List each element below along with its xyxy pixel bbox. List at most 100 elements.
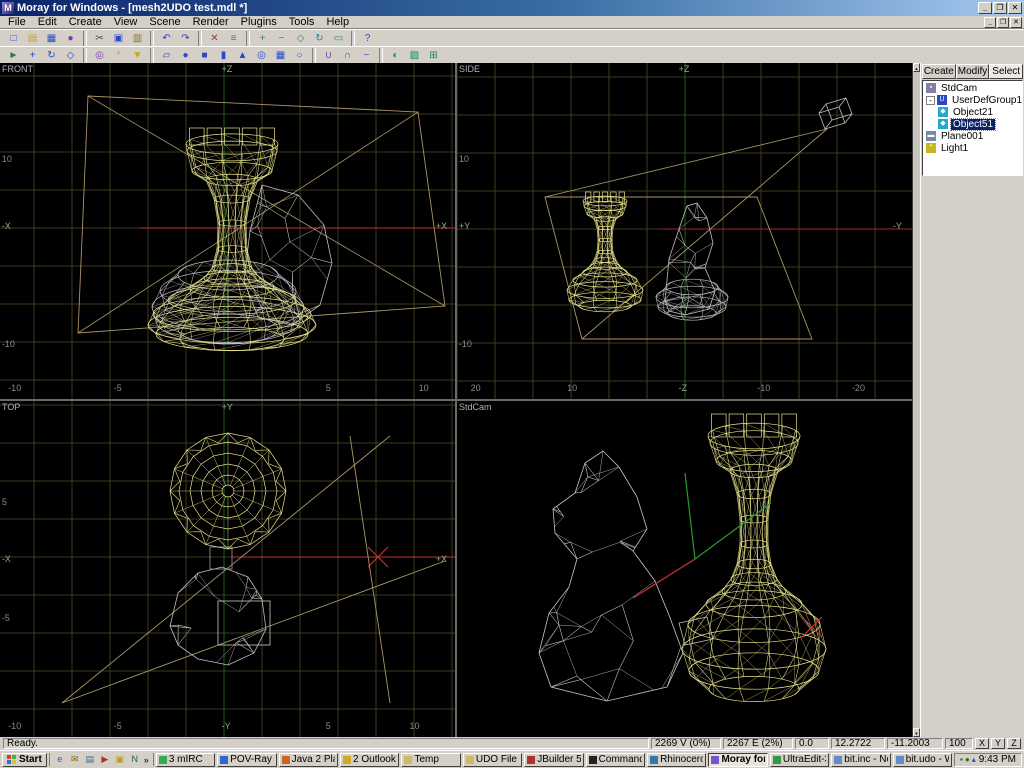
blob-button[interactable]: ○ <box>290 48 309 63</box>
ql-internet-explorer-icon[interactable]: e <box>53 753 67 766</box>
axis-y-button[interactable]: Y <box>991 738 1005 749</box>
torus-button[interactable]: ◎ <box>252 48 271 63</box>
menu-scene[interactable]: Scene <box>143 16 186 29</box>
axis-z-button[interactable]: Z <box>1007 738 1021 749</box>
taskbar-button-5[interactable]: UDO File Fo... <box>463 753 522 767</box>
tab-select[interactable]: Select <box>989 64 1023 79</box>
group-button[interactable]: ⊞ <box>424 48 443 63</box>
menu-edit[interactable]: Edit <box>32 16 63 29</box>
tree-item-plane001[interactable]: Plane001 <box>939 131 985 142</box>
panel-scrollbar[interactable]: ▲ ▼ <box>912 63 920 737</box>
close-button[interactable]: ✕ <box>1008 2 1022 14</box>
tree-item-object21[interactable]: Object21 <box>951 107 995 118</box>
cone-button[interactable]: ▲ <box>233 48 252 63</box>
tab-modify[interactable]: Modify <box>956 64 990 79</box>
tray-app1-icon[interactable]: ▪ <box>960 755 963 764</box>
plane-button[interactable]: ▱ <box>157 48 176 63</box>
taskbar-button-10[interactable]: UltraEdit-32 <box>770 753 829 767</box>
csg-union-button[interactable]: ∪ <box>319 48 338 63</box>
csg-intersection-button[interactable]: ∩ <box>338 48 357 63</box>
axis-x-button[interactable]: X <box>975 738 989 749</box>
tray-clock[interactable]: 9:43 PM <box>979 754 1016 765</box>
tree-item-stdcam[interactable]: StdCam <box>939 83 979 94</box>
tree-expander[interactable]: - <box>926 96 935 105</box>
menu-help[interactable]: Help <box>320 16 355 29</box>
material-button[interactable]: ◐ <box>386 48 405 63</box>
mdi-close-button[interactable]: ✕ <box>1010 17 1022 28</box>
minimize-button[interactable]: _ <box>978 2 992 14</box>
csg-difference-button[interactable]: − <box>357 48 376 63</box>
ql-netscape-icon[interactable]: N <box>128 753 142 766</box>
fit-view-button[interactable]: ▭ <box>329 31 348 46</box>
taskbar-button-7[interactable]: Command P... <box>586 753 645 767</box>
redo-button[interactable]: ↷ <box>176 31 195 46</box>
paste-button[interactable]: ▥ <box>128 31 147 46</box>
undo-button[interactable]: ↶ <box>157 31 176 46</box>
ql-media-player-icon[interactable]: ▶ <box>98 753 112 766</box>
restore-button[interactable]: ❐ <box>993 2 1007 14</box>
quick-launch-chevron[interactable]: » <box>143 755 150 765</box>
point-light-button[interactable]: * <box>109 48 128 63</box>
spot-light-button[interactable]: ▼ <box>128 48 147 63</box>
mdi-minimize-button[interactable]: _ <box>984 17 996 28</box>
mdi-restore-button[interactable]: ❐ <box>997 17 1009 28</box>
tree-item-object51[interactable]: Object51 <box>951 119 995 130</box>
mesh-button[interactable]: ▦ <box>271 48 290 63</box>
viewport-stdcam[interactable]: StdCam <box>457 401 912 737</box>
delete-button[interactable]: ✕ <box>205 31 224 46</box>
taskbar-button-1[interactable]: POV-Ray fo... <box>217 753 276 767</box>
open-file-button[interactable]: ▤ <box>23 31 42 46</box>
sphere-button[interactable]: ● <box>176 48 195 63</box>
rotate-view-button[interactable]: ↻ <box>310 31 329 46</box>
viewport-front[interactable]: FRONT+Z-X+X10-10-10-5510 <box>0 63 455 399</box>
menu-view[interactable]: View <box>108 16 144 29</box>
new-file-button[interactable]: □ <box>4 31 23 46</box>
taskbar-button-8[interactable]: Rhinoceros ... <box>647 753 706 767</box>
rotate-tool-button[interactable]: ↻ <box>42 48 61 63</box>
texture-button[interactable]: ▨ <box>405 48 424 63</box>
start-button[interactable]: Start <box>2 753 47 767</box>
cylinder-button[interactable]: ▮ <box>214 48 233 63</box>
ql-outlook-icon[interactable]: ✉ <box>68 753 82 766</box>
scroll-up-icon[interactable]: ▲ <box>913 63 920 72</box>
tray-volume-icon[interactable]: ▴ <box>972 755 976 764</box>
taskbar-button-4[interactable]: Temp <box>401 753 460 767</box>
taskbar-button-11[interactable]: bit.inc - Not... <box>831 753 890 767</box>
taskbar-button-9[interactable]: Moray for ... <box>708 753 767 767</box>
scroll-down-icon[interactable]: ▼ <box>913 728 920 737</box>
title-bar[interactable]: M Moray for Windows - [mesh2UDO test.mdl… <box>0 0 1024 16</box>
cut-button[interactable]: ✂ <box>90 31 109 46</box>
zoom-in-button[interactable]: + <box>253 31 272 46</box>
taskbar-button-6[interactable]: JBuilder 5 - ... <box>524 753 583 767</box>
taskbar-button-12[interactable]: bit.udo - W... <box>893 753 952 767</box>
menu-render[interactable]: Render <box>187 16 235 29</box>
move-tool-button[interactable]: + <box>23 48 42 63</box>
scene-tree[interactable]: ▪StdCam-UUserDefGroup1◆Object21◆Object51… <box>922 80 1023 176</box>
ql-show-desktop-icon[interactable]: ▤ <box>83 753 97 766</box>
menu-plugins[interactable]: Plugins <box>235 16 283 29</box>
viewport-side[interactable]: SIDE+Z+Y-Y-Z10-102010-10-20 <box>457 63 912 399</box>
scale-tool-button[interactable]: ◇ <box>61 48 80 63</box>
ql-explorer-icon[interactable]: ▣ <box>113 753 127 766</box>
properties-button[interactable]: ≡ <box>224 31 243 46</box>
render-button[interactable]: ● <box>61 31 80 46</box>
box-button[interactable]: ■ <box>195 48 214 63</box>
tree-item-userdefgroup1[interactable]: UserDefGroup1 <box>950 95 1023 106</box>
save-file-button[interactable]: ▦ <box>42 31 61 46</box>
tab-create[interactable]: Create <box>922 64 956 79</box>
taskbar-button-3[interactable]: 2 Outlook ... <box>340 753 399 767</box>
viewport-top[interactable]: TOP+Y-X+X-Y5-5-10-5510 <box>0 401 455 737</box>
taskbar-button-0[interactable]: 3 mIRC <box>156 753 215 767</box>
tree-item-light1[interactable]: Light1 <box>939 143 970 154</box>
tray-app2-icon[interactable]: ● <box>965 755 970 764</box>
menu-create[interactable]: Create <box>63 16 108 29</box>
select-tool-button[interactable]: ► <box>4 48 23 63</box>
menu-tools[interactable]: Tools <box>283 16 321 29</box>
menu-file[interactable]: File <box>2 16 32 29</box>
camera-button[interactable]: ◎ <box>90 48 109 63</box>
copy-button[interactable]: ▣ <box>109 31 128 46</box>
help-button[interactable]: ? <box>358 31 377 46</box>
pan-button[interactable]: ◇ <box>291 31 310 46</box>
zoom-out-button[interactable]: − <box>272 31 291 46</box>
taskbar-button-2[interactable]: Java 2 Platf... <box>279 753 338 767</box>
